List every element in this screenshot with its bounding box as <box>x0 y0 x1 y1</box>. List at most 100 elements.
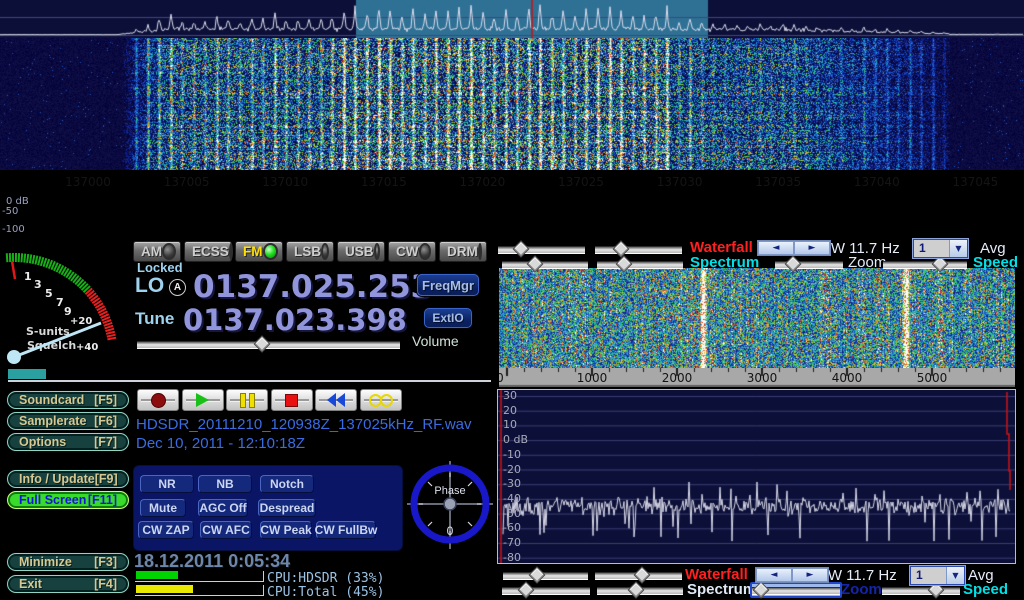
af-spectrum-display[interactable] <box>497 389 1016 564</box>
record-button[interactable] <box>137 389 179 411</box>
side-button-label: Soundcard <box>19 393 84 407</box>
speed-slider-top[interactable] <box>883 258 967 270</box>
scroll-right-arrow-icon[interactable]: ► <box>794 241 830 255</box>
main-spectrum-display[interactable] <box>0 0 1024 38</box>
avg-combo-bottom[interactable]: 1▼ <box>910 566 965 585</box>
side-button-info-update[interactable]: Info / Update[F9] <box>7 470 129 488</box>
mode-button-label: ECSS <box>192 244 229 259</box>
spectrum-level-slider-bottom[interactable] <box>502 584 590 596</box>
spectrum-range-slider-top[interactable] <box>597 258 683 270</box>
cpu-total-bar <box>135 585 264 596</box>
zoom-label-bottom: Zoom <box>841 581 882 598</box>
side-button-soundcard[interactable]: Soundcard[F5] <box>7 391 129 409</box>
side-button-samplerate[interactable]: Samplerate[F6] <box>7 412 129 430</box>
side-button-exit[interactable]: Exit[F4] <box>7 575 129 593</box>
side-button-full-screen[interactable]: Full Screen[F11] <box>7 491 129 509</box>
recording-file-date: Dec 10, 2011 - 12:10:18Z <box>136 435 305 452</box>
dsp-button-cw-afc[interactable]: CW AFC <box>200 521 252 539</box>
avg-combo-value: 1 <box>911 567 946 584</box>
slider-handle[interactable] <box>616 256 633 273</box>
slider-handle[interactable] <box>753 582 770 599</box>
mode-button-am[interactable]: AM <box>133 241 181 262</box>
mode-button-drm[interactable]: DRM <box>439 241 487 262</box>
slider-handle[interactable] <box>527 256 544 273</box>
slider-groove <box>883 261 967 269</box>
slider-handle[interactable] <box>628 582 645 599</box>
slider-handle[interactable] <box>785 256 802 273</box>
cpu-hdsdr-text: CPU:HDSDR (33%) <box>267 571 384 586</box>
mode-button-lsb[interactable]: LSB <box>286 241 334 262</box>
slider-handle[interactable] <box>613 241 630 258</box>
side-button-key: [F7] <box>94 435 117 449</box>
waterfall-brightness-slider-top[interactable] <box>498 243 585 255</box>
extio-button[interactable]: ExtIO <box>424 308 472 328</box>
lo-auto-badge[interactable]: A <box>169 279 186 296</box>
mode-button-ecss[interactable]: ECSS <box>184 241 232 262</box>
dsp-button-mute[interactable]: Mute <box>140 499 186 517</box>
dsp-button-cw-zap[interactable]: CW ZAP <box>138 521 194 539</box>
pause-icon <box>240 393 255 408</box>
spectrum-level-slider-top[interactable] <box>502 258 588 270</box>
meter-needle-pivot <box>7 350 21 364</box>
dropdown-arrow-icon[interactable]: ▼ <box>949 240 967 257</box>
zoom-slider-top[interactable] <box>775 258 843 270</box>
waterfall-contrast-slider-top[interactable] <box>595 243 682 255</box>
af-db-label: -20 <box>503 463 521 476</box>
lo-label: LO <box>135 274 164 298</box>
af-db-label: 0 dB <box>503 433 528 446</box>
scroll-left-arrow-icon[interactable]: ◄ <box>758 241 794 255</box>
mode-button-cw[interactable]: CW <box>388 241 436 262</box>
waterfall-brightness-slider-bottom[interactable] <box>503 569 588 581</box>
slider-groove <box>882 587 960 595</box>
squelch-level-bar[interactable] <box>8 369 46 379</box>
play-button[interactable] <box>182 389 224 411</box>
meter-number-plus40: +40 <box>76 342 98 353</box>
main-spectrum-m100db-label: -100 <box>2 224 25 235</box>
dsp-button-cw-fullbw[interactable]: CW FullBw <box>316 521 376 539</box>
side-button-minimize[interactable]: Minimize[F3] <box>7 553 129 571</box>
frequency-tick-label: 137025 <box>558 175 604 189</box>
pause-button[interactable] <box>226 389 268 411</box>
tune-frequency-value[interactable]: 0137.023.398 <box>183 303 407 337</box>
speed-slider-bottom[interactable] <box>882 584 960 596</box>
scroll-right-arrow-icon[interactable]: ► <box>792 568 828 582</box>
af-waterfall-display[interactable] <box>499 268 1015 368</box>
slider-handle[interactable] <box>932 256 949 273</box>
dsp-button-nr[interactable]: NR <box>140 475 194 493</box>
dsp-button-cw-peak[interactable]: CW Peak <box>260 521 312 539</box>
mode-button-fm[interactable]: FM <box>235 241 283 262</box>
dsp-button-notch[interactable]: Notch <box>260 475 314 493</box>
rewind-button[interactable] <box>315 389 357 411</box>
meter-number: 7 <box>56 296 64 309</box>
slider-handle[interactable] <box>529 567 546 584</box>
meter-number-plus20: +20 <box>70 316 92 327</box>
scroll-left-arrow-icon[interactable]: ◄ <box>756 568 792 582</box>
dsp-button-agc-off[interactable]: AGC Off <box>198 499 248 517</box>
lo-frequency-value[interactable]: 0137.025.253 <box>193 269 432 305</box>
zoom-slider-bottom[interactable] <box>750 582 842 598</box>
freqmgr-button[interactable]: FreqMgr <box>417 274 479 296</box>
waterfall-contrast-slider-bottom[interactable] <box>595 569 682 581</box>
side-button-label: Info / Update <box>19 472 95 486</box>
mode-button-label: LSB <box>294 244 321 259</box>
spectrum-label-top: Spectrum <box>690 254 759 271</box>
slider-handle[interactable] <box>254 336 271 353</box>
slider-handle[interactable] <box>513 241 530 258</box>
volume-slider[interactable] <box>137 338 400 350</box>
dropdown-arrow-icon[interactable]: ▼ <box>946 567 964 584</box>
slider-groove <box>595 246 682 254</box>
squelch-marker[interactable] <box>12 261 15 279</box>
slider-handle[interactable] <box>518 582 535 599</box>
stop-button[interactable] <box>271 389 313 411</box>
spectrum-range-slider-bottom[interactable] <box>597 584 683 596</box>
side-button-options[interactable]: Options[F7] <box>7 433 129 451</box>
loop-button[interactable] <box>360 389 402 411</box>
dsp-button-nb[interactable]: NB <box>198 475 252 493</box>
dsp-button-despread[interactable]: Despread <box>258 499 316 517</box>
spectrum-label-bottom: Spectrum <box>687 581 756 598</box>
af-frequency-scale[interactable]: 010002000300040005000 <box>499 368 1015 387</box>
mode-button-usb[interactable]: USB <box>337 241 385 262</box>
recording-file-name: HDSDR_20111210_120938Z_137025kHz_RF.wav <box>136 416 472 433</box>
phase-value: 0 <box>447 524 454 538</box>
avg-combo-top[interactable]: 1▼ <box>913 239 968 258</box>
